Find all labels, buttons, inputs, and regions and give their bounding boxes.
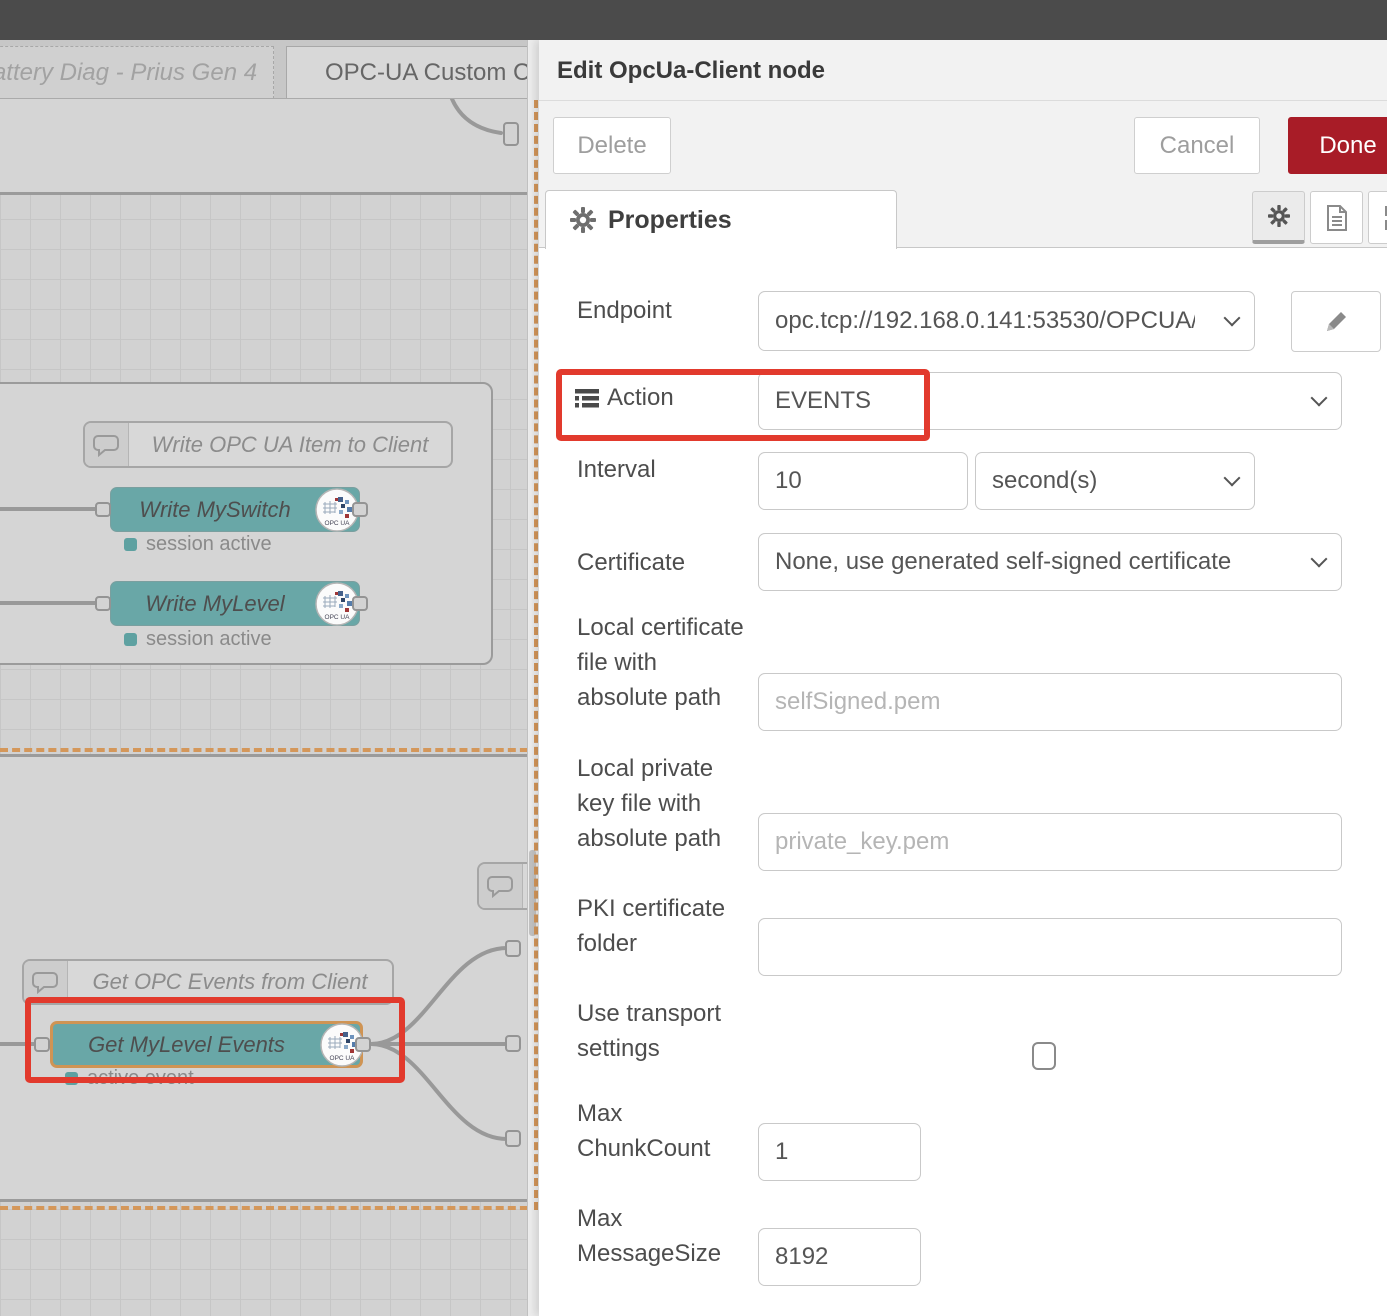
max-chunk-input[interactable]: [758, 1123, 921, 1181]
endpoint-label: Endpoint: [577, 293, 757, 328]
wire[interactable]: [371, 1044, 507, 1139]
hidden-node-port[interactable]: [505, 940, 521, 957]
tab-properties[interactable]: Properties: [545, 190, 897, 249]
output-port[interactable]: [352, 596, 368, 611]
output-port[interactable]: [355, 1037, 371, 1052]
comment-partial[interactable]: [477, 862, 527, 910]
endpoint-select[interactable]: opc.tcp://192.168.0.141:53530/OPCUA/S: [758, 291, 1255, 351]
tab-opcua-custom[interactable]: OPC-UA Custom C: [286, 46, 527, 99]
speech-bubble-icon: [479, 864, 523, 908]
action-label: Action: [607, 384, 674, 412]
interval-unit-select[interactable]: second(s): [975, 452, 1255, 510]
gear-icon: [1268, 205, 1290, 227]
status-text: session active: [146, 628, 272, 651]
tab-label: Battery Diag - Prius Gen 4: [0, 59, 257, 87]
svg-text:OPC UA: OPC UA: [330, 1055, 356, 1062]
output-port[interactable]: [352, 502, 368, 517]
speech-bubble-icon: [24, 961, 68, 1003]
max-message-label: Max MessageSize: [577, 1201, 757, 1271]
node-label: Get MyLevel Events: [53, 1032, 360, 1058]
input-port[interactable]: [95, 596, 111, 611]
pencil-icon: [1323, 309, 1349, 335]
appearance-icon: [1384, 205, 1387, 231]
local-cert-input[interactable]: [758, 673, 1342, 731]
private-key-label: Local private key file with absolute pat…: [577, 751, 757, 856]
speech-bubble-icon: [85, 423, 129, 466]
group-dashed-border-right: [534, 100, 538, 1210]
done-button-label: Done: [1319, 132, 1376, 160]
wires-svg: [0, 99, 527, 1316]
description-button[interactable]: [1310, 191, 1363, 244]
transport-label: Use transport settings: [577, 996, 757, 1066]
status-dot-icon: [124, 633, 137, 646]
node-status: session active: [124, 533, 272, 556]
status-dot-icon: [65, 1072, 78, 1085]
max-chunk-label: Max ChunkCount: [577, 1096, 757, 1166]
node-status: session active: [124, 628, 272, 651]
hidden-node-port[interactable]: [503, 122, 519, 146]
action-label-row: Action: [575, 384, 674, 412]
max-message-input[interactable]: [758, 1228, 921, 1286]
tray-button-row: Delete Cancel Done: [539, 101, 1387, 190]
app-header-bar: [0, 0, 1387, 40]
comment-write-opcua-item[interactable]: Write OPC UA Item to Client: [83, 421, 453, 468]
input-port[interactable]: [34, 1037, 50, 1052]
gear-icon: [570, 207, 596, 233]
tray-title: Edit OpcUa-Client node: [557, 40, 825, 101]
action-select[interactable]: EVENTS: [758, 372, 1342, 430]
certificate-select[interactable]: None, use generated self-signed certific…: [758, 533, 1342, 591]
appearance-button[interactable]: [1368, 191, 1387, 244]
flow-tabbar: Battery Diag - Prius Gen 4 OPC-UA Custom…: [0, 40, 527, 99]
properties-tab-label: Properties: [608, 206, 732, 235]
certificate-value: None, use generated self-signed certific…: [775, 548, 1231, 576]
properties-view-button[interactable]: [1252, 191, 1305, 244]
endpoint-value: opc.tcp://192.168.0.141:53530/OPCUA/S: [775, 307, 1195, 335]
input-port[interactable]: [95, 502, 111, 517]
interval-unit-value: second(s): [992, 467, 1097, 495]
tray-header: Edit OpcUa-Client node: [539, 40, 1387, 101]
certificate-label: Certificate: [577, 545, 757, 580]
chevron-down-icon: [1311, 390, 1328, 407]
chevron-down-icon: [1224, 310, 1241, 327]
chevron-down-icon: [1224, 470, 1241, 487]
node-red-editor: Battery Diag - Prius Gen 4 OPC-UA Custom…: [0, 0, 1387, 1316]
document-icon: [1326, 205, 1348, 231]
done-button[interactable]: Done: [1288, 117, 1387, 174]
chevron-down-icon: [1311, 551, 1328, 568]
private-key-input[interactable]: [758, 813, 1342, 871]
use-transport-checkbox[interactable]: [1032, 1042, 1056, 1070]
hidden-node-port[interactable]: [505, 1035, 521, 1052]
status-text: active event: [87, 1067, 194, 1090]
cancel-button[interactable]: Cancel: [1134, 117, 1260, 174]
status-text: session active: [146, 533, 272, 556]
pki-folder-label: PKI certificate folder: [577, 891, 757, 961]
tab-battery-diag[interactable]: Battery Diag - Prius Gen 4: [0, 46, 274, 99]
hidden-node-port[interactable]: [505, 1130, 521, 1147]
node-get-mylevel-events[interactable]: Get MyLevel Events: [50, 1021, 363, 1068]
tab-label: OPC-UA Custom C: [325, 59, 527, 87]
comment-label: Get OPC Events from Client: [68, 961, 392, 1003]
comment-get-opc-events[interactable]: Get OPC Events from Client: [22, 959, 394, 1005]
flow-canvas[interactable]: Write OPC UA Item to Client Write MySwit…: [0, 99, 527, 1316]
edit-node-tray: Edit OpcUa-Client node Delete Cancel Don…: [539, 40, 1387, 1316]
interval-label: Interval: [577, 452, 757, 487]
cancel-button-label: Cancel: [1160, 132, 1235, 160]
comment-label: Write OPC UA Item to Client: [129, 423, 451, 466]
wire[interactable]: [452, 99, 501, 133]
edit-endpoint-config-button[interactable]: [1291, 291, 1381, 352]
delete-button-label: Delete: [577, 132, 646, 160]
delete-button[interactable]: Delete: [553, 117, 671, 174]
tasks-icon: [575, 388, 599, 408]
local-cert-label: Local certificate file with absolute pat…: [577, 610, 757, 715]
action-value: EVENTS: [775, 387, 871, 415]
pki-folder-input[interactable]: [758, 918, 1342, 976]
svg-text:OPC UA: OPC UA: [325, 614, 351, 621]
interval-input[interactable]: [758, 452, 968, 510]
node-status: active event: [65, 1067, 194, 1090]
svg-text:OPC UA: OPC UA: [325, 520, 351, 527]
status-dot-icon: [124, 538, 137, 551]
